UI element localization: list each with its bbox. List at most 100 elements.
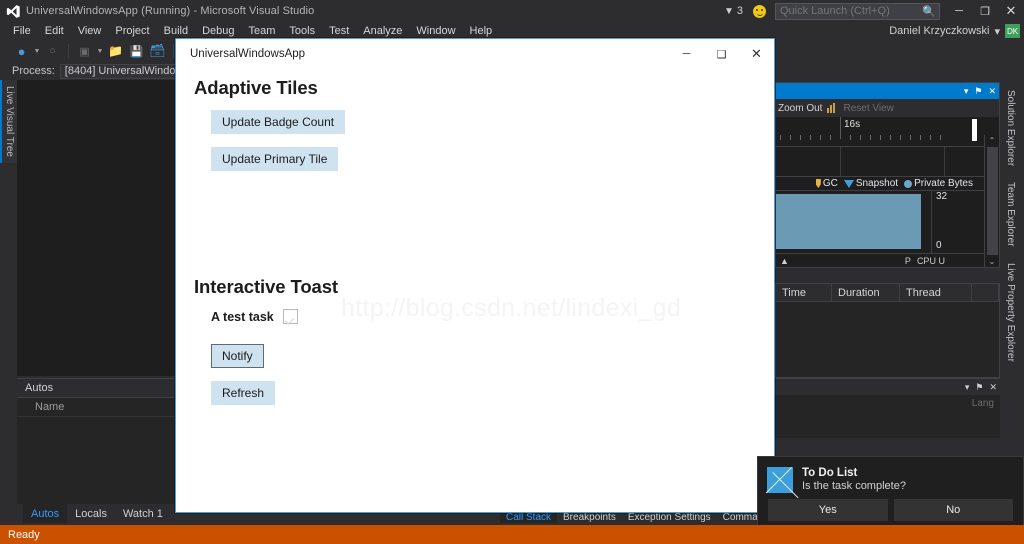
user-name: Daniel Krzyczkowski (889, 25, 990, 37)
diagnostic-tools-body: 16s GC Snapshot Private Bytes 32 0 ▲ P C… (776, 117, 999, 267)
notify-button[interactable]: Notify (211, 344, 264, 368)
update-primary-tile-button[interactable]: Update Primary Tile (211, 147, 339, 171)
update-badge-count-button[interactable]: Update Badge Count (211, 110, 346, 134)
close-icon[interactable]: ✕ (989, 382, 997, 392)
column-header-thread[interactable]: Thread (900, 283, 972, 302)
chevron-down-icon[interactable]: ▾ (965, 382, 970, 392)
new-project-icon: ▣ (79, 45, 90, 58)
app-close-button[interactable]: ✕ (739, 39, 774, 69)
open-file-icon[interactable]: 📁 (106, 42, 125, 61)
column-header-extra[interactable] (972, 283, 999, 302)
menu-view[interactable]: View (71, 22, 109, 40)
toast-text-group: To Do List Is the task complete? (802, 467, 906, 492)
menu-project[interactable]: Project (108, 22, 156, 40)
app-title: UniversalWindowsApp (190, 48, 306, 60)
bar-chart-icon (827, 103, 838, 113)
left-dock-strip: Live Visual Tree (0, 80, 17, 180)
restore-button[interactable]: ❐ (972, 0, 998, 22)
visual-studio-logo-icon (0, 0, 26, 22)
sidebar-item-team-explorer[interactable]: Team Explorer (1000, 174, 1021, 254)
quick-launch-input[interactable] (780, 5, 922, 17)
tab-locals[interactable]: Locals (67, 504, 115, 523)
avatar[interactable]: DK (1005, 24, 1020, 38)
section-heading-adaptive-tiles: Adaptive Tiles (194, 77, 318, 98)
column-header-time[interactable]: Time (776, 283, 832, 302)
timeline-tick-label: 16s (844, 119, 861, 130)
window-title: UniversalWindowsApp (Running) - Microsof… (26, 5, 315, 17)
scroll-up-icon[interactable]: ⌃ (989, 136, 996, 145)
toast-body: Is the task complete? (802, 480, 906, 492)
private-bytes-area-series (776, 194, 921, 249)
toolbar-separator (68, 44, 69, 58)
chevron-down-icon[interactable]: ▾ (994, 25, 1000, 38)
quick-launch-box[interactable]: 🔍 (775, 2, 940, 20)
tab-autos[interactable]: Autos (23, 504, 68, 523)
search-icon: 🔍 (922, 5, 936, 18)
user-account-area[interactable]: Daniel Krzyczkowski ▾ DK (889, 22, 1020, 40)
navigate-back-icon[interactable]: ● (12, 42, 31, 61)
chevron-down-icon[interactable]: ▼ (33, 48, 41, 55)
column-header-duration[interactable]: Duration (832, 283, 900, 302)
diagnostics-scrollbar[interactable]: ⌃ ⌄ (984, 135, 999, 267)
watermark-text: http://blog.csdn.net/lindexi_gd (341, 294, 682, 322)
titlebar-right-group: ▼ 3 🔍 ─ ❐ ✕ (724, 0, 1024, 22)
tab-exception-settings[interactable]: Exception Settings (622, 512, 717, 523)
pin-icon[interactable]: ⚑ (975, 382, 983, 392)
timeline-cursor[interactable] (972, 119, 977, 141)
series-label: P (904, 255, 911, 266)
legend-item-gc: GC (815, 178, 838, 189)
reset-view-button[interactable]: Reset View (843, 103, 893, 114)
tab-watch1[interactable]: Watch 1 (115, 504, 171, 523)
chevron-down-icon[interactable]: ▼ (96, 48, 104, 55)
tab-breakpoints[interactable]: Breakpoints (557, 512, 622, 523)
sidebar-item-live-property-explorer[interactable]: Live Property Explorer (1000, 255, 1021, 370)
save-all-icon[interactable]: 🗃 (148, 42, 167, 61)
toast-yes-button[interactable]: Yes (768, 499, 888, 521)
notification-count: 3 (736, 5, 743, 17)
scroll-down-icon[interactable]: ⌄ (989, 257, 996, 266)
notifications-indicator[interactable]: ▼ 3 (724, 5, 743, 17)
placeholder-image-icon (767, 467, 793, 493)
memory-axis: 32 0 (931, 191, 973, 253)
close-icon[interactable]: ✕ (988, 86, 996, 96)
sidebar-item-solution-explorer[interactable]: Solution Explorer (1000, 82, 1021, 174)
toast-no-button[interactable]: No (893, 499, 1013, 521)
diagnostic-events-lane (776, 147, 999, 177)
events-table-header: Time Duration Thread (776, 283, 999, 302)
zoom-out-button[interactable]: Zoom Out (778, 103, 822, 114)
legend-label: GC (822, 178, 838, 189)
gc-marker-icon (815, 179, 821, 188)
app-minimize-button[interactable]: ─ (669, 39, 704, 69)
legend-item-snapshot: Snapshot (843, 178, 898, 189)
menu-file[interactable]: File (6, 22, 38, 40)
expander-icon[interactable]: ▲ (780, 256, 789, 266)
menu-edit[interactable]: Edit (38, 22, 71, 40)
right-dock-strip: Solution Explorer Team Explorer Live Pro… (1000, 82, 1024, 382)
pin-icon[interactable]: ⚑ (974, 86, 982, 96)
funnel-icon: ▼ (723, 5, 734, 17)
sidebar-item-live-visual-tree[interactable]: Live Visual Tree (0, 80, 17, 163)
snapshot-marker-icon (843, 179, 854, 188)
status-bar: Ready (0, 525, 1024, 544)
timeline-ruler[interactable]: 16s (776, 117, 999, 147)
legend-item-private-bytes: Private Bytes (904, 178, 973, 189)
uwp-app-window: UniversalWindowsApp ─ ❑ ✕ Adaptive Tiles… (175, 38, 775, 513)
smiley-feedback-icon[interactable] (753, 4, 766, 18)
task-checkbox[interactable] (282, 309, 298, 324)
diagnostics-legend: GC Snapshot Private Bytes (776, 177, 999, 191)
app-titlebar: UniversalWindowsApp ─ ❑ ✕ (176, 39, 774, 69)
close-button[interactable]: ✕ (998, 0, 1024, 22)
tab-call-stack[interactable]: Call Stack (500, 511, 558, 523)
cpu-label: CPU U (916, 255, 945, 266)
app-maximize-button[interactable]: ❑ (704, 39, 739, 69)
chevron-down-icon[interactable]: ▾ (964, 86, 969, 96)
scrollbar-thumb[interactable] (986, 147, 998, 255)
minimize-button[interactable]: ─ (946, 0, 972, 22)
refresh-button[interactable]: Refresh (211, 381, 276, 405)
timeline-ticks (776, 133, 999, 140)
lower-right-titlebar: ▾ ⚑ ✕ (775, 379, 1000, 395)
diagnostic-tools-toolbar: Zoom Out Reset View (776, 99, 999, 117)
memory-usage-chart: 32 0 ▲ P CPU U (776, 191, 999, 266)
toast-title: To Do List (802, 467, 858, 479)
